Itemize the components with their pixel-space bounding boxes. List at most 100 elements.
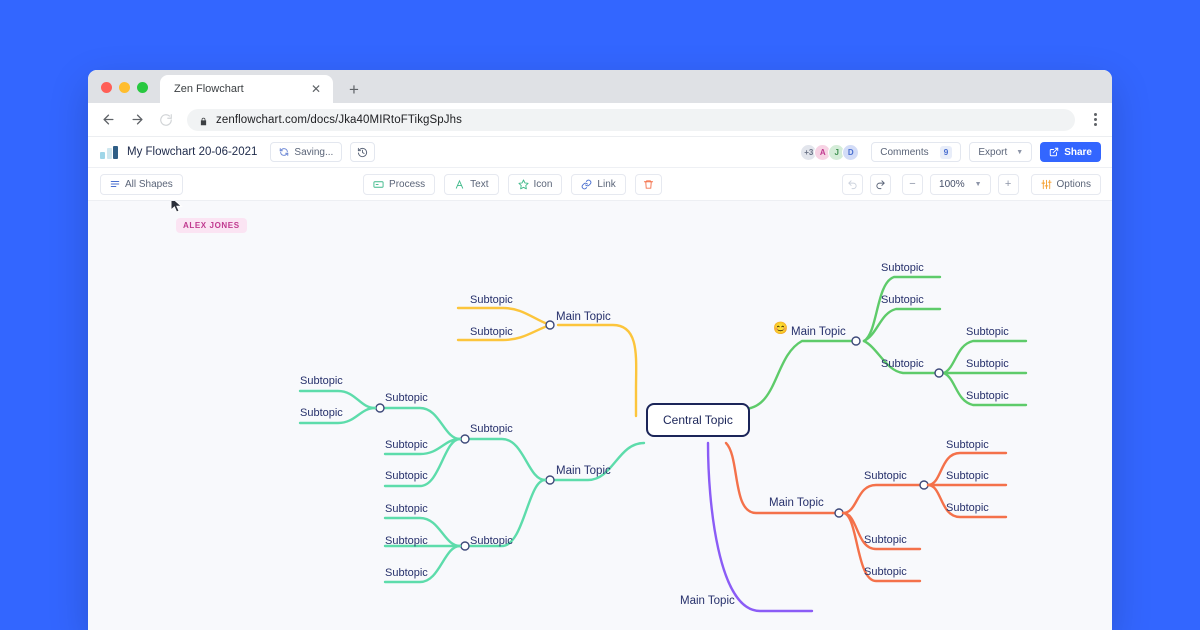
subtopic-label[interactable]: Subtopic bbox=[864, 534, 907, 546]
browser-window: Zen Flowchart ✕ + zenflowchart.com/docs/… bbox=[88, 70, 1112, 630]
url-text: zenflowchart.com/docs/Jka40MIRtoFTikgSpJ… bbox=[216, 114, 462, 126]
collaborator-avatars: +3 A J D bbox=[800, 144, 859, 161]
icon-button[interactable]: Icon bbox=[508, 174, 563, 195]
new-tab-button[interactable]: + bbox=[345, 81, 363, 98]
remote-cursor-icon bbox=[170, 201, 184, 214]
url-input[interactable]: zenflowchart.com/docs/Jka40MIRtoFTikgSpJ… bbox=[187, 109, 1075, 131]
zoom-level-value: 100% bbox=[939, 179, 965, 190]
avatar-label: +3 bbox=[804, 148, 813, 157]
text-icon bbox=[454, 179, 465, 190]
forward-icon[interactable] bbox=[129, 112, 145, 128]
close-window-button[interactable] bbox=[101, 82, 112, 93]
mint-branch bbox=[300, 391, 644, 582]
options-button[interactable]: Options bbox=[1031, 174, 1101, 195]
export-label: Export bbox=[978, 147, 1007, 158]
sliders-icon bbox=[1041, 179, 1052, 190]
sync-icon bbox=[279, 147, 289, 157]
app-logo-icon bbox=[100, 146, 118, 159]
subtopic-label[interactable]: Subtopic bbox=[966, 358, 1009, 370]
link-icon bbox=[581, 179, 592, 190]
app-header: My Flowchart 20-06-2021 Saving... +3 A J… bbox=[88, 137, 1112, 168]
subtopic-label[interactable]: Subtopic bbox=[470, 326, 513, 338]
history-icon bbox=[357, 147, 368, 158]
process-label: Process bbox=[389, 179, 425, 190]
close-icon[interactable]: ✕ bbox=[309, 83, 323, 95]
toolbar-right-group: − 100% ▼ + Options bbox=[842, 174, 1101, 195]
subtopic-label[interactable]: Subtopic bbox=[470, 423, 513, 435]
share-button[interactable]: Share bbox=[1040, 142, 1101, 162]
subtopic-label[interactable]: Subtopic bbox=[946, 439, 989, 451]
zoom-in-button[interactable]: + bbox=[998, 174, 1019, 195]
avatar-label: J bbox=[835, 148, 839, 157]
document-title[interactable]: My Flowchart 20-06-2021 bbox=[127, 146, 257, 158]
chevron-down-icon: ▼ bbox=[1016, 149, 1023, 156]
trash-icon bbox=[643, 179, 654, 190]
undo-button[interactable] bbox=[842, 174, 863, 195]
main-topic-label[interactable]: Main Topic bbox=[556, 465, 611, 477]
yellow-branch bbox=[458, 308, 636, 416]
lock-icon bbox=[199, 114, 208, 125]
subtopic-label[interactable]: Subtopic bbox=[300, 375, 343, 387]
subtopic-label[interactable]: Subtopic bbox=[470, 535, 513, 547]
text-button[interactable]: Text bbox=[444, 174, 498, 195]
subtopic-label[interactable]: Subtopic bbox=[385, 470, 428, 482]
subtopic-label[interactable]: Subtopic bbox=[881, 358, 924, 370]
subtopic-label[interactable]: Subtopic bbox=[385, 392, 428, 404]
zoom-level-select[interactable]: 100% ▼ bbox=[930, 174, 991, 195]
main-topic-label[interactable]: Main Topic bbox=[791, 326, 846, 338]
link-button[interactable]: Link bbox=[571, 174, 625, 195]
avatar[interactable]: D bbox=[842, 144, 859, 161]
subtopic-label[interactable]: Subtopic bbox=[385, 503, 428, 515]
toolbar-center-group: Process Text Icon Link bbox=[363, 174, 662, 195]
link-label: Link bbox=[597, 179, 615, 190]
process-button[interactable]: Process bbox=[363, 174, 435, 195]
history-button[interactable] bbox=[350, 142, 375, 162]
all-shapes-button[interactable]: All Shapes bbox=[100, 174, 183, 195]
subtopic-label[interactable]: Subtopic bbox=[385, 567, 428, 579]
comments-button[interactable]: Comments 9 bbox=[871, 142, 961, 162]
saving-label: Saving... bbox=[294, 147, 333, 158]
export-button[interactable]: Export ▼ bbox=[969, 142, 1032, 162]
central-topic-node[interactable]: Central Topic bbox=[646, 403, 750, 437]
back-icon[interactable] bbox=[100, 112, 116, 128]
redo-icon bbox=[875, 179, 886, 190]
window-controls bbox=[88, 82, 160, 103]
redo-button[interactable] bbox=[870, 174, 891, 195]
reload-icon[interactable] bbox=[158, 112, 174, 128]
subtopic-label[interactable]: Subtopic bbox=[966, 390, 1009, 402]
share-label: Share bbox=[1064, 147, 1092, 158]
mindmap-svg bbox=[88, 201, 1112, 630]
minimize-window-button[interactable] bbox=[119, 82, 130, 93]
zoom-out-button[interactable]: − bbox=[902, 174, 923, 195]
emoji-icon: 😊 bbox=[773, 321, 788, 335]
browser-tab-strip: Zen Flowchart ✕ + bbox=[88, 70, 1112, 103]
main-topic-label[interactable]: Main Topic bbox=[769, 497, 824, 509]
kebab-menu-icon[interactable] bbox=[1088, 113, 1102, 126]
star-icon bbox=[518, 179, 529, 190]
main-topic-label[interactable]: Main Topic bbox=[680, 595, 735, 607]
subtopic-label[interactable]: Subtopic bbox=[300, 407, 343, 419]
delete-button[interactable] bbox=[635, 174, 662, 195]
maximize-window-button[interactable] bbox=[137, 82, 148, 93]
process-icon bbox=[373, 179, 384, 190]
subtopic-label[interactable]: Subtopic bbox=[864, 566, 907, 578]
chevron-down-icon: ▼ bbox=[975, 181, 982, 188]
subtopic-label[interactable]: Subtopic bbox=[470, 294, 513, 306]
subtopic-label[interactable]: Subtopic bbox=[864, 470, 907, 482]
browser-address-bar: zenflowchart.com/docs/Jka40MIRtoFTikgSpJ… bbox=[88, 103, 1112, 137]
tab-title: Zen Flowchart bbox=[174, 83, 309, 95]
saving-status: Saving... bbox=[270, 142, 342, 162]
options-label: Options bbox=[1057, 179, 1091, 190]
subtopic-label[interactable]: Subtopic bbox=[385, 535, 428, 547]
main-topic-label[interactable]: Main Topic bbox=[556, 311, 611, 323]
subtopic-label[interactable]: Subtopic bbox=[385, 439, 428, 451]
all-shapes-label: All Shapes bbox=[125, 179, 173, 190]
subtopic-label[interactable]: Subtopic bbox=[881, 294, 924, 306]
avatar-label: A bbox=[820, 148, 826, 157]
subtopic-label[interactable]: Subtopic bbox=[946, 502, 989, 514]
browser-tab[interactable]: Zen Flowchart ✕ bbox=[160, 75, 333, 103]
subtopic-label[interactable]: Subtopic bbox=[881, 262, 924, 274]
mindmap-canvas[interactable]: Central Topic Main Topic Subtopic Subtop… bbox=[88, 201, 1112, 630]
subtopic-label[interactable]: Subtopic bbox=[946, 470, 989, 482]
subtopic-label[interactable]: Subtopic bbox=[966, 326, 1009, 338]
